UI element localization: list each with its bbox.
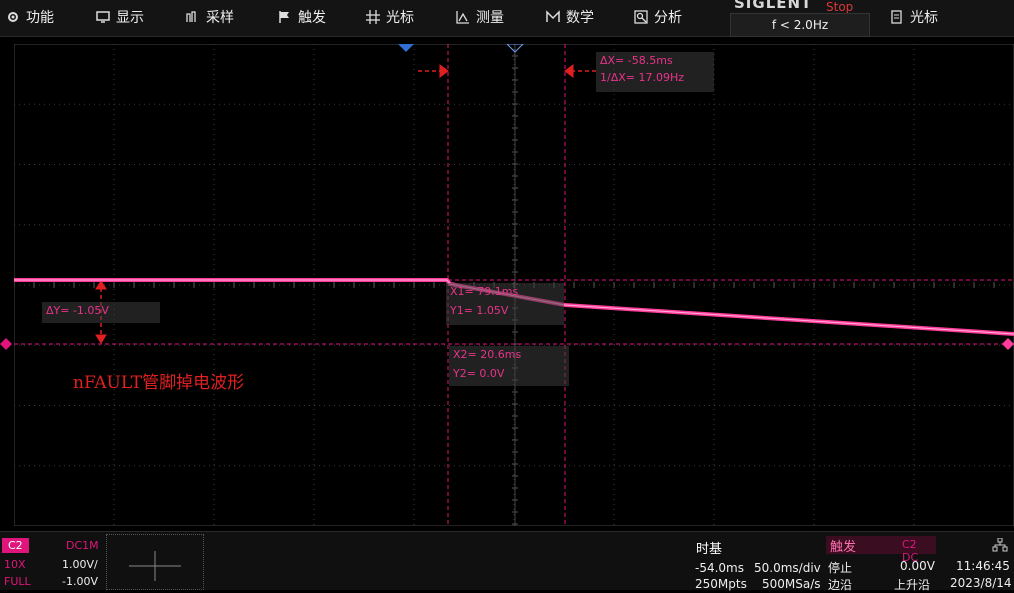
menu-display-label: 显示: [116, 10, 144, 26]
menu-analysis[interactable]: 分析: [634, 0, 682, 34]
clock-time: 11:46:45: [956, 559, 1010, 573]
menu-math[interactable]: 数学: [546, 0, 594, 34]
menu-analysis-label: 分析: [654, 10, 682, 26]
delta-y-readout: ΔY= -1.05V: [42, 302, 160, 323]
cursor-panel-button[interactable]: 光标: [890, 0, 938, 34]
channel-probe: 10X: [4, 558, 26, 571]
waveform-display[interactable]: ΔX= -58.5ms 1/ΔX= 17.09Hz ΔY= -1.05V X1=…: [14, 44, 1014, 526]
timebase-center-marker[interactable]: [506, 44, 524, 53]
cursor-1-readout: X1= 79.1ms Y1= 1.05V: [446, 283, 564, 325]
channel-offset: -1.00V: [62, 575, 98, 588]
menu-trigger[interactable]: 触发: [278, 0, 326, 34]
timebase-title: 时基: [696, 542, 723, 557]
menu-display[interactable]: 显示: [96, 0, 144, 34]
add-channel-button[interactable]: [106, 534, 204, 590]
trigger-type: 边沿: [828, 578, 853, 592]
analysis-icon: [634, 10, 648, 24]
y2-value: Y2= 0.0V: [453, 367, 505, 380]
menu-cursor[interactable]: 光标: [366, 0, 414, 34]
status-bar: C2 DC1M 10X 1.00V/ FULL -1.00V 时基 -54.0m…: [0, 531, 1014, 592]
channel-2-offset-marker[interactable]: [0, 336, 14, 352]
x1-value: X1= 79.1ms: [450, 285, 519, 298]
trigger-position-marker[interactable]: [398, 44, 414, 52]
trigger-panel[interactable]: 触发 C2 DC 停止 0.00V 边沿 上升沿: [826, 534, 936, 592]
timebase-panel[interactable]: 时基 -54.0ms 50.0ms/div 250Mpts 500MSa/s: [692, 534, 821, 591]
menu-acquire[interactable]: 采样: [186, 0, 234, 34]
channel-bandwidth: FULL: [4, 575, 31, 588]
channel-coupling: DC1M: [66, 539, 99, 552]
flag-icon: [279, 11, 289, 23]
channel-scale: 1.00V/: [62, 558, 98, 571]
measure-icon: [456, 11, 469, 24]
delta-x-arrow: [418, 64, 596, 78]
trigger-mode: 停止: [828, 561, 853, 575]
menu-measure[interactable]: 测量: [456, 0, 504, 34]
x2-value: X2= 20.6ms: [453, 348, 522, 361]
plus-icon: [129, 551, 181, 581]
gear-icon: [8, 12, 18, 22]
delta-x-value: ΔX= -58.5ms: [600, 54, 673, 67]
trigger-slope: 上升沿: [894, 578, 931, 592]
trigger-level-marker[interactable]: [1002, 336, 1014, 352]
channel-2-panel[interactable]: C2 DC1M 10X 1.00V/ FULL -1.00V: [0, 532, 102, 590]
network-icon: [992, 538, 1008, 552]
delta-y-value: ΔY= -1.05V: [46, 304, 109, 317]
monitor-icon: [96, 11, 110, 23]
document-icon: [891, 10, 902, 24]
crosshair-icon: [366, 10, 380, 24]
menu-trigger-label: 触发: [298, 10, 326, 26]
menu-measure-label: 测量: [476, 10, 504, 26]
brand-logo: SIGLENT: [734, 0, 813, 12]
menu-acquire-label: 采样: [206, 10, 234, 26]
timebase-scale: 50.0ms/div: [754, 561, 821, 575]
sample-icon: [186, 11, 196, 22]
trigger-title: 触发: [830, 540, 857, 555]
waveform-annotation: nFAULT管脚掉电波形: [73, 373, 245, 393]
trigger-frequency: f < 2.0Hz: [730, 13, 870, 37]
cursor-panel-label: 光标: [910, 10, 938, 26]
clock-date: 2023/8/14: [950, 576, 1012, 590]
y1-value: Y1= 1.05V: [450, 304, 509, 317]
top-menu-bar: 功能 显示 采样 触发 光标 测量 数学 分析 SIGLENT Stop f <…: [0, 0, 1014, 37]
menu-math-label: 数学: [566, 10, 594, 26]
run-status[interactable]: Stop: [826, 0, 853, 14]
delta-x-readout: ΔX= -58.5ms 1/ΔX= 17.09Hz: [596, 52, 714, 92]
channel-tag: C2: [2, 538, 29, 553]
menu-function[interactable]: 功能: [6, 0, 54, 34]
timebase-delay: -54.0ms: [695, 561, 744, 575]
menu-cursor-label: 光标: [386, 10, 414, 26]
math-icon: [546, 10, 560, 22]
clock-panel: 11:46:45 2023/8/14: [942, 534, 1012, 590]
inv-delta-x-value: 1/ΔX= 17.09Hz: [600, 71, 685, 84]
menu-function-label: 功能: [26, 10, 54, 26]
cursor-2-readout: X2= 20.6ms Y2= 0.0V: [449, 346, 569, 386]
trigger-level: 0.00V: [900, 559, 935, 573]
